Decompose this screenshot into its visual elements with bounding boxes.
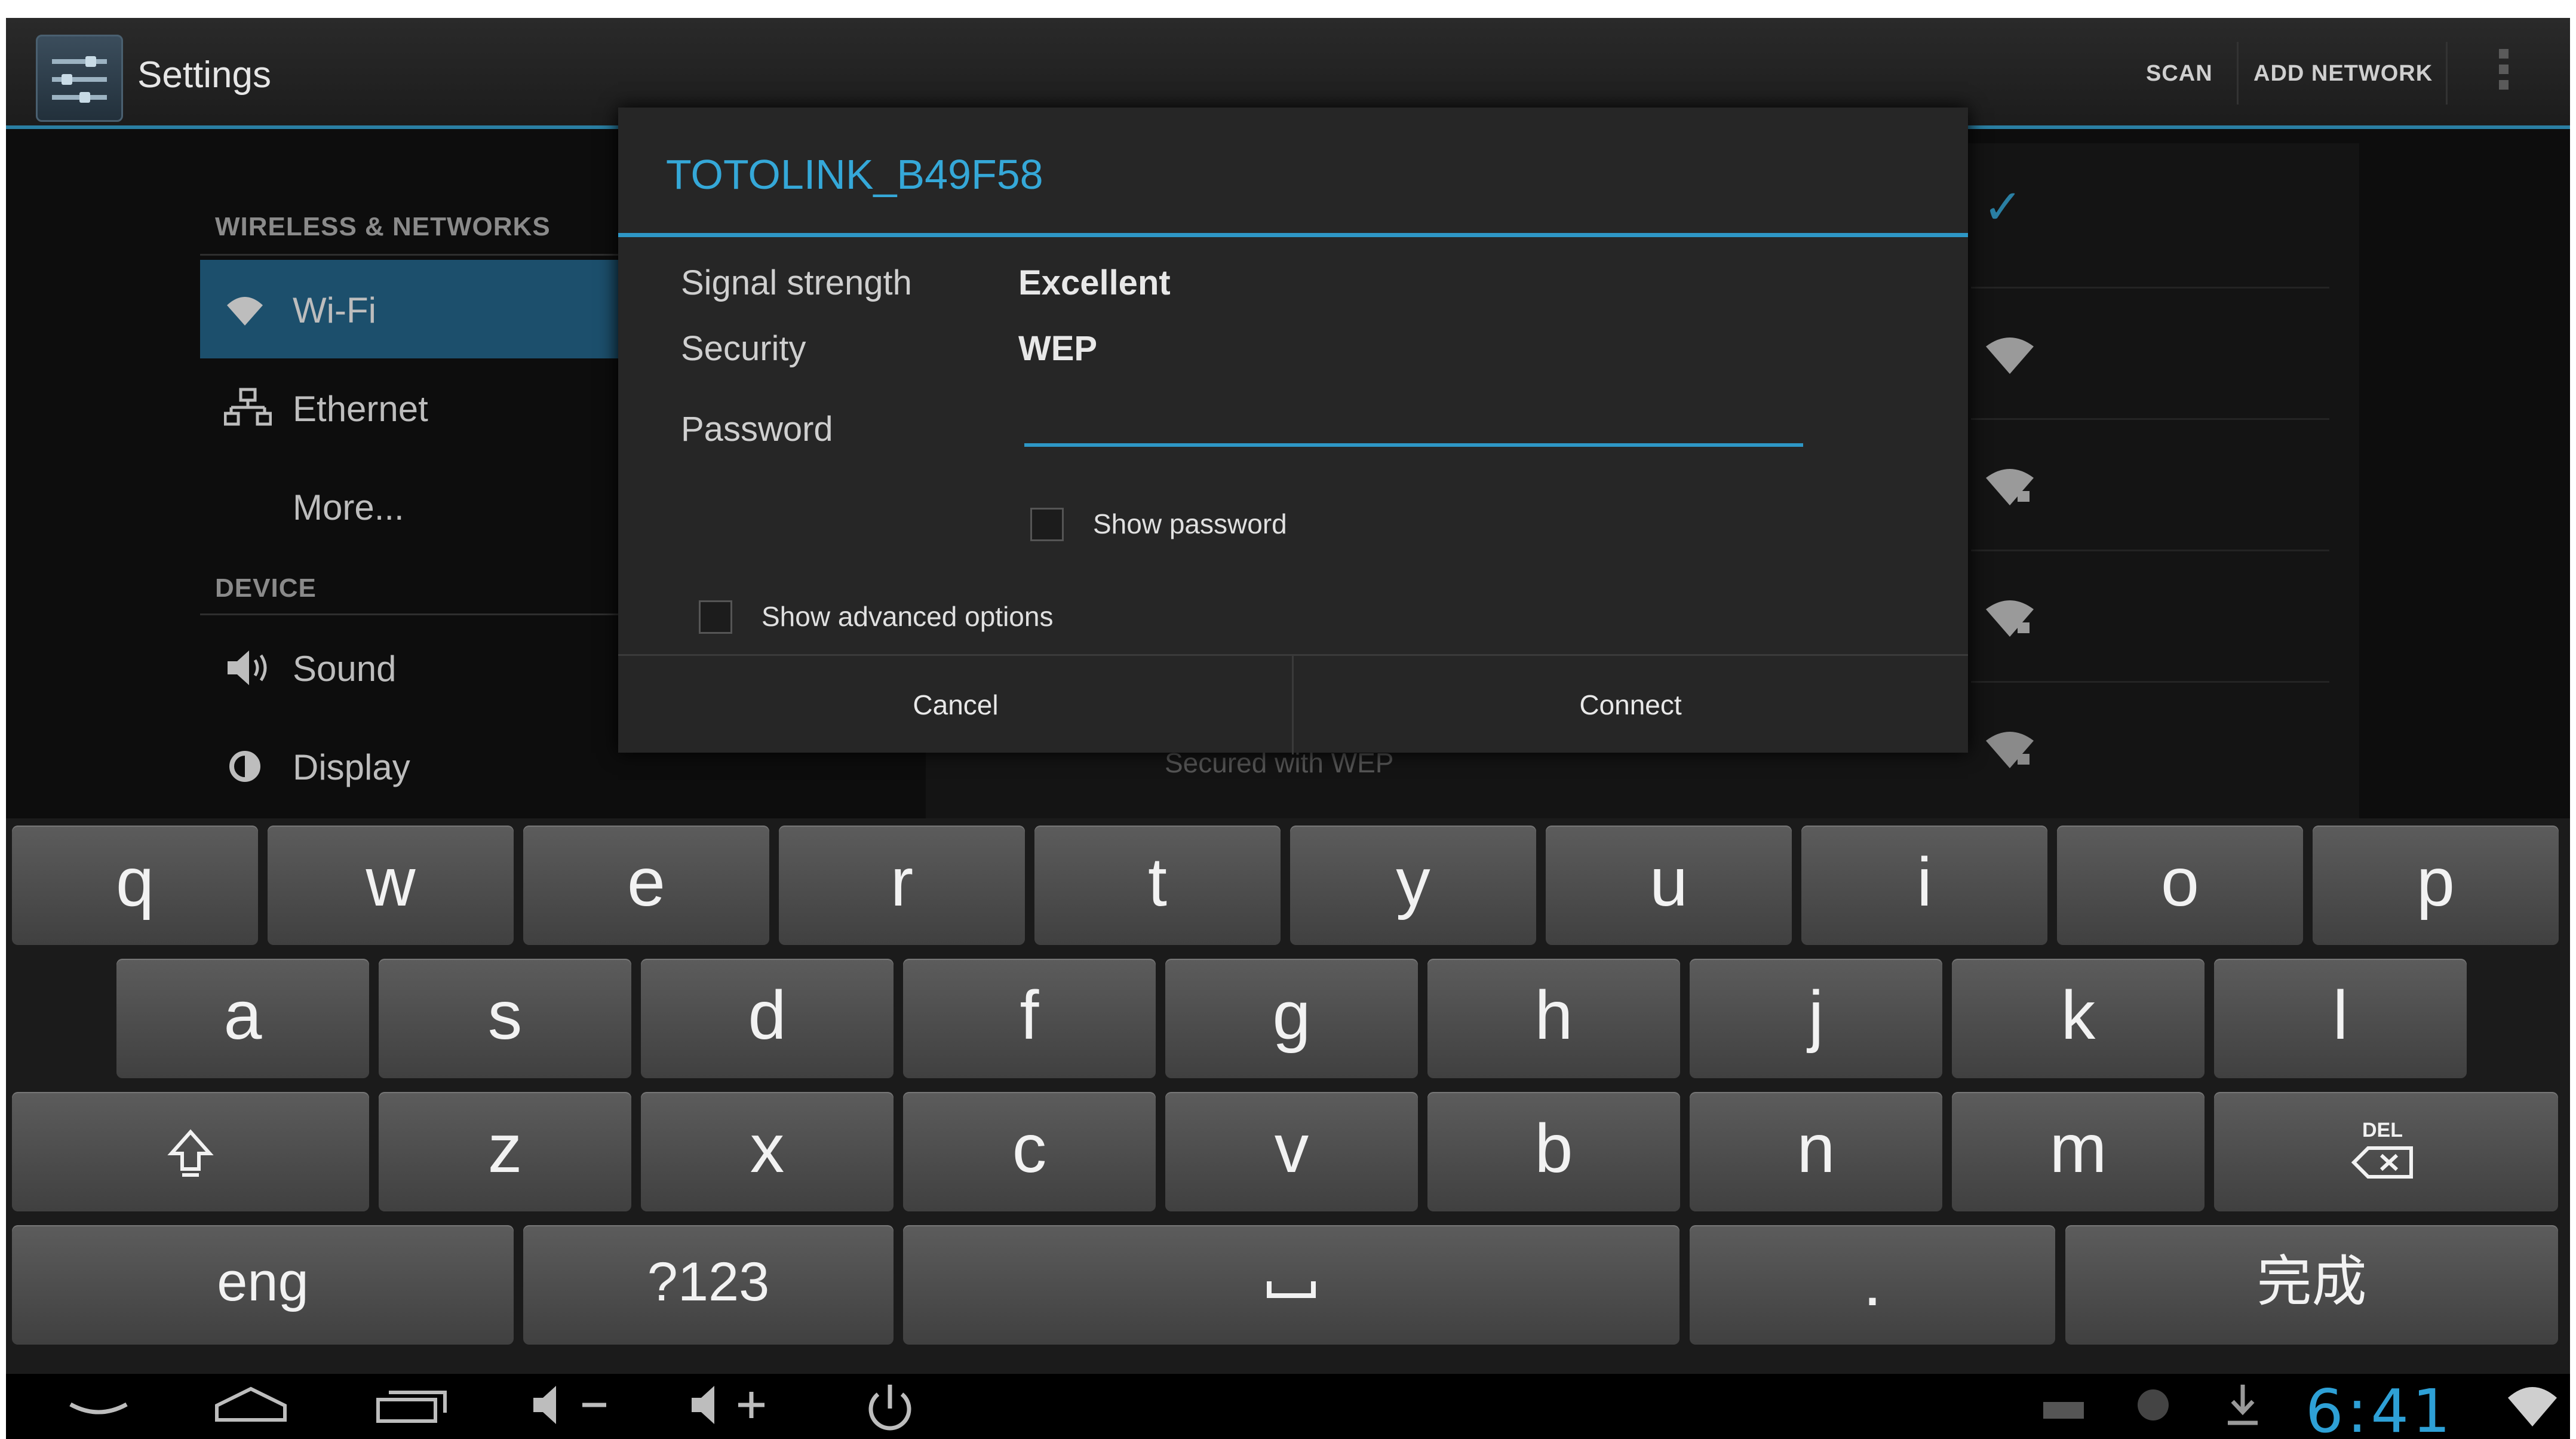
wifi-lock-icon[interactable]: [1983, 729, 2037, 771]
key-b[interactable]: b: [1427, 1092, 1680, 1211]
notification-dot-icon: [2126, 1381, 2180, 1435]
key-q[interactable]: q: [12, 826, 258, 945]
wifi-status-icon: [2503, 1381, 2562, 1435]
ethernet-icon: [223, 387, 272, 429]
key-f[interactable]: f: [903, 959, 1156, 1078]
security-value: WEP: [1018, 329, 1098, 368]
list-divider: [1971, 550, 2329, 551]
volume-down-icon[interactable]: [526, 1381, 615, 1435]
dialog-title: TOTOLINK_B49F58: [666, 151, 1043, 198]
connected-check-icon: ✓: [1983, 180, 2024, 234]
signal-strength-value: Excellent: [1018, 263, 1171, 302]
volume-up-icon[interactable]: [684, 1381, 773, 1435]
key-p[interactable]: p: [2313, 826, 2559, 945]
space-bar-icon: [1267, 1281, 1316, 1298]
status-clock[interactable]: 6:41: [2305, 1376, 2454, 1439]
scan-button[interactable]: SCAN: [2146, 61, 2213, 87]
section-header-device: DEVICE: [215, 573, 317, 603]
sidebar-item-label: Wi-Fi: [293, 290, 376, 330]
key-k[interactable]: k: [1952, 959, 2205, 1078]
wifi-lock-icon[interactable]: [1983, 466, 2037, 508]
key-d[interactable]: d: [641, 959, 894, 1078]
action-bar-title: Settings: [137, 54, 272, 96]
signal-strength-label: Signal strength: [681, 263, 912, 302]
key-m[interactable]: m: [1952, 1092, 2205, 1211]
shift-key[interactable]: [12, 1092, 369, 1211]
key-s[interactable]: s: [379, 959, 631, 1078]
power-icon[interactable]: [854, 1381, 926, 1435]
password-field[interactable]: [1024, 400, 1803, 447]
list-divider: [1971, 287, 2329, 289]
key-g[interactable]: g: [1165, 959, 1418, 1078]
download-icon: [2216, 1381, 2270, 1435]
dialog-button-bar: Cancel Connect: [618, 654, 1968, 754]
section-header-wireless: WIRELESS & NETWORKS: [215, 212, 551, 241]
backspace-icon: [2351, 1146, 2413, 1179]
hide-keyboard-icon[interactable]: [57, 1381, 140, 1435]
key-o[interactable]: o: [2057, 826, 2303, 945]
speaker-icon: [224, 647, 267, 689]
key-v[interactable]: v: [1165, 1092, 1418, 1211]
done-key[interactable]: 完成: [2065, 1225, 2558, 1345]
space-key[interactable]: [903, 1225, 1680, 1345]
password-label: Password: [681, 410, 833, 449]
wifi-signal-icon[interactable]: [1983, 335, 2037, 376]
home-icon[interactable]: [209, 1381, 293, 1435]
sidebar-item-label: Display: [293, 747, 410, 787]
keyboard-status-icon: [2037, 1381, 2090, 1435]
key-i[interactable]: i: [1801, 826, 2047, 945]
list-divider: [1971, 418, 2329, 420]
brightness-icon: [224, 745, 266, 787]
connect-button[interactable]: Connect: [1293, 656, 1968, 754]
key-j[interactable]: j: [1690, 959, 1942, 1078]
soft-keyboard: q w e r t y u i o p a s d f g h j k l z …: [6, 818, 2570, 1374]
wifi-lock-icon[interactable]: [1983, 597, 2037, 639]
security-label: Security: [681, 329, 806, 368]
key-x[interactable]: x: [641, 1092, 894, 1211]
period-key[interactable]: .: [1690, 1225, 2055, 1345]
action-divider: [2446, 42, 2448, 105]
key-a[interactable]: a: [116, 959, 369, 1078]
key-c[interactable]: c: [903, 1092, 1156, 1211]
overflow-menu-icon[interactable]: [2497, 49, 2511, 97]
delete-key[interactable]: DEL: [2214, 1092, 2558, 1211]
key-e[interactable]: e: [523, 826, 769, 945]
recent-apps-icon[interactable]: [370, 1381, 454, 1435]
advanced-options-checkbox[interactable]: [699, 600, 732, 634]
key-z[interactable]: z: [379, 1092, 631, 1211]
key-t[interactable]: t: [1034, 826, 1281, 945]
wifi-connect-dialog: TOTOLINK_B49F58 Signal strength Excellen…: [618, 108, 1968, 754]
tablet-screen: Settings SCAN ADD NETWORK WIRELESS & NET…: [6, 18, 2570, 1439]
sidebar-item-label: Ethernet: [293, 389, 428, 429]
wifi-icon: [224, 289, 266, 330]
show-password-label[interactable]: Show password: [1093, 508, 1287, 540]
show-password-checkbox[interactable]: [1030, 508, 1064, 541]
key-l[interactable]: l: [2214, 959, 2467, 1078]
key-y[interactable]: y: [1290, 826, 1536, 945]
sidebar-item-label: Sound: [293, 649, 397, 689]
key-w[interactable]: w: [268, 826, 514, 945]
symbols-key[interactable]: ?123: [523, 1225, 894, 1345]
delete-key-label: DEL: [2362, 1119, 2403, 1142]
add-network-button[interactable]: ADD NETWORK: [2253, 61, 2433, 87]
shift-arrow-icon: [167, 1129, 214, 1177]
sidebar-item-label: More...: [293, 487, 404, 527]
key-r[interactable]: r: [779, 826, 1025, 945]
key-n[interactable]: n: [1690, 1092, 1942, 1211]
dialog-title-divider: [618, 233, 1968, 237]
language-key[interactable]: eng: [12, 1225, 514, 1345]
advanced-options-label[interactable]: Show advanced options: [762, 600, 1053, 633]
key-u[interactable]: u: [1546, 826, 1792, 945]
key-h[interactable]: h: [1427, 959, 1680, 1078]
system-navigation-bar: 6:41: [6, 1374, 2570, 1439]
cancel-button[interactable]: Cancel: [618, 656, 1293, 754]
action-divider: [2237, 42, 2239, 105]
list-divider: [1971, 681, 2329, 683]
settings-app-icon[interactable]: [36, 35, 123, 122]
